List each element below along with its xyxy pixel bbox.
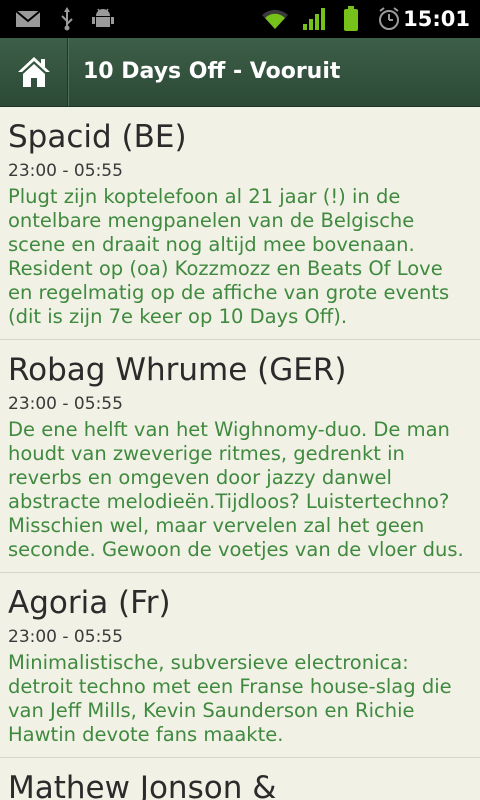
- artist-name: Spacid (BE): [8, 119, 187, 155]
- artist-name: Mathew Jonson &: [8, 770, 277, 800]
- artist-description: Minimalistische, subversieve electronica…: [8, 651, 452, 746]
- artist-description: Plugt zijn koptelefoon al 21 jaar (!) in…: [8, 185, 450, 328]
- action-bar: 10 Days Off - Vooruit: [0, 38, 480, 107]
- android-debug-icon: [90, 0, 116, 38]
- gmail-icon: [14, 0, 42, 38]
- status-time: 15:01: [403, 7, 470, 31]
- action-bar-divider: [67, 38, 68, 106]
- wifi-icon: [258, 0, 292, 38]
- event-list[interactable]: Spacid (BE) 23:00 - 05:55 Plugt zijn kop…: [0, 107, 480, 800]
- list-item[interactable]: Agoria (Fr) 23:00 - 05:55 Minimalistisch…: [0, 573, 480, 758]
- home-button[interactable]: [0, 38, 67, 106]
- usb-icon: [56, 0, 78, 38]
- home-icon: [17, 57, 50, 87]
- set-time: 23:00 - 05:55: [8, 161, 123, 181]
- status-bar: 15:01: [0, 0, 480, 38]
- list-item[interactable]: Mathew Jonson &: [0, 758, 480, 800]
- set-time: 23:00 - 05:55: [8, 394, 123, 414]
- list-item[interactable]: Spacid (BE) 23:00 - 05:55 Plugt zijn kop…: [0, 107, 480, 340]
- artist-name: Agoria (Fr): [8, 585, 171, 621]
- artist-description: De ene helft van het Wighnomy-duo. De ma…: [8, 418, 464, 561]
- battery-icon: [340, 0, 362, 38]
- artist-name: Robag Whrume (GER): [8, 352, 347, 388]
- alarm-icon: [376, 0, 402, 38]
- set-time: 23:00 - 05:55: [8, 627, 123, 647]
- signal-icon: [300, 0, 330, 38]
- page-title: 10 Days Off - Vooruit: [83, 59, 341, 84]
- list-item[interactable]: Robag Whrume (GER) 23:00 - 05:55 De ene …: [0, 340, 480, 573]
